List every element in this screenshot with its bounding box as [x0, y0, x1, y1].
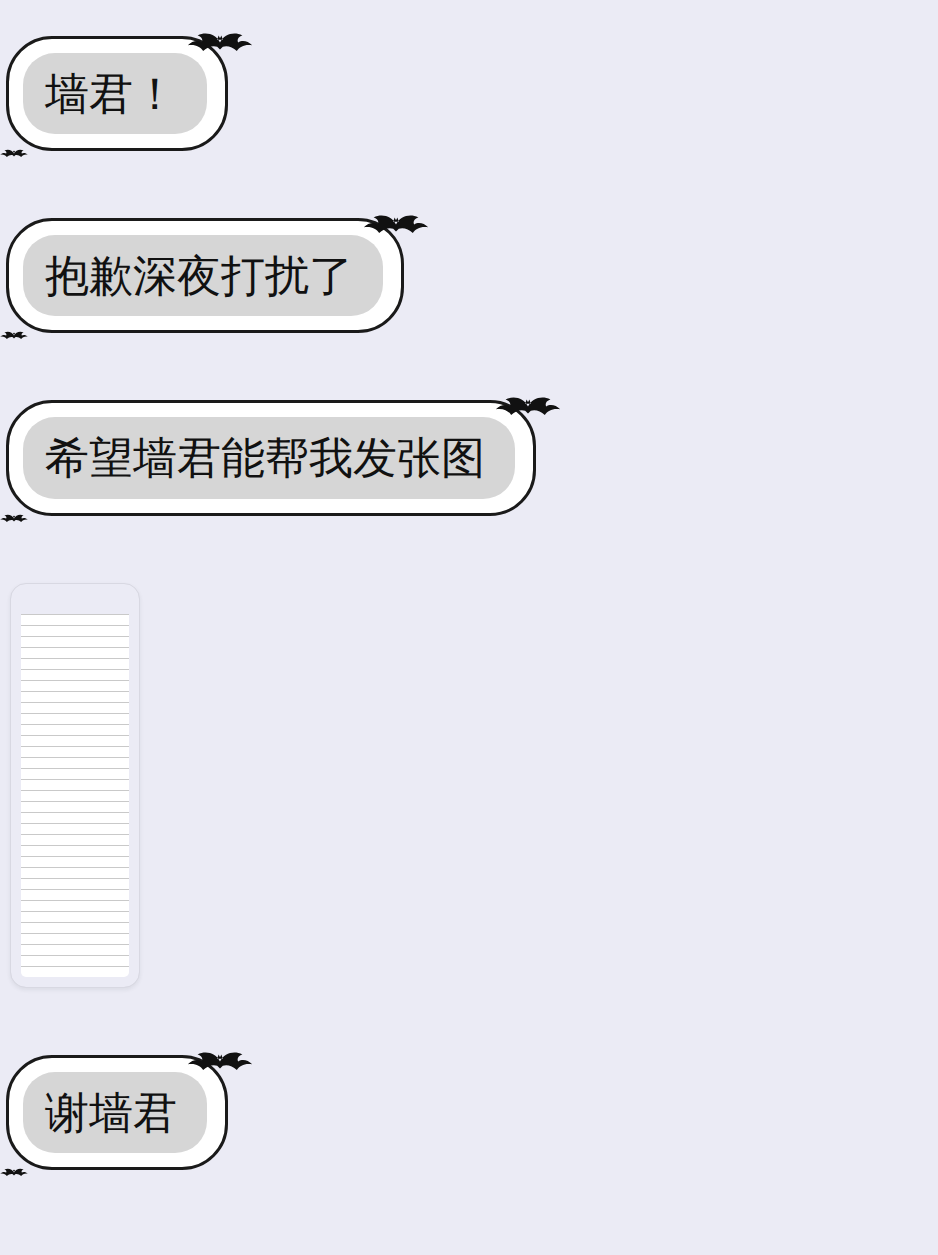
bat-icon: [493, 381, 563, 425]
bat-icon: [185, 1036, 255, 1080]
message-bubble: 谢墙君: [6, 1055, 228, 1170]
small-bat-icon: [0, 507, 29, 527]
message-bubble: 希望墙君能帮我发张图: [6, 400, 536, 515]
small-bat-icon: [0, 1161, 29, 1181]
message-bubble: 墙君！: [6, 36, 228, 151]
chat-area: 墙君！ 抱歉深夜打扰了希望墙君能帮我发张图谢墙君: [0, 0, 938, 1170]
small-bat-icon: [0, 142, 29, 162]
bat-icon: [185, 17, 255, 61]
message-text: 墙君！: [23, 53, 207, 134]
message-row: 希望墙君能帮我发张图: [6, 400, 536, 515]
message-text: 抱歉深夜打扰了: [23, 235, 383, 316]
message-bubble: 抱歉深夜打扰了: [6, 218, 404, 333]
small-bat-icon: [0, 324, 29, 344]
message-text: 谢墙君: [23, 1072, 207, 1153]
message-row: 抱歉深夜打扰了: [6, 218, 404, 333]
image-thumbnail[interactable]: [10, 583, 140, 988]
message-row: 墙君！: [6, 36, 228, 151]
message-row: [6, 583, 140, 988]
message-text: 希望墙君能帮我发张图: [23, 417, 515, 498]
bat-icon: [361, 199, 431, 243]
message-row: 谢墙君: [6, 1055, 228, 1170]
